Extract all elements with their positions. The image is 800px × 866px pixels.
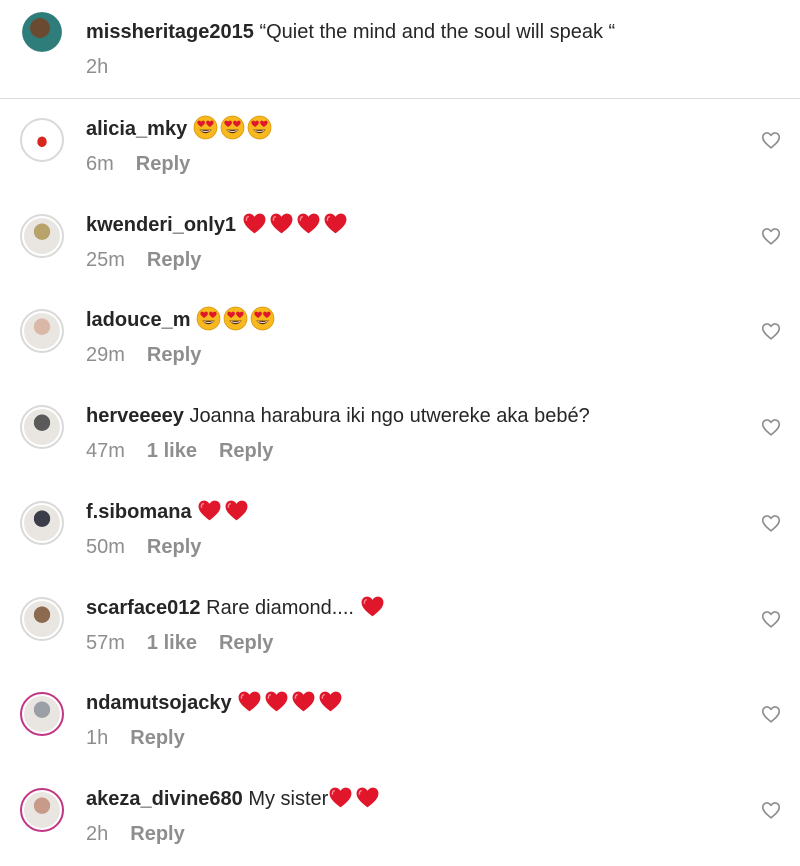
comment-avatar[interactable] — [20, 597, 64, 641]
like-heart-icon[interactable] — [760, 799, 782, 821]
heart-eyes-emoji — [220, 115, 245, 140]
red-heart-emoji — [360, 594, 385, 619]
comment-item: scarface012 Rare diamond.... 57m 1 like Re… — [0, 578, 800, 674]
comment-meta: 1h Reply — [86, 724, 207, 752]
red-heart-emoji — [355, 785, 380, 810]
comment-item: f.sibomana 50m Reply — [0, 482, 800, 578]
comment-time: 6m — [86, 153, 114, 175]
red-heart-emoji — [224, 498, 249, 523]
comment-username[interactable]: f.sibomana — [86, 501, 192, 523]
comment-meta: 47m 1 like Reply — [86, 437, 295, 465]
like-heart-icon[interactable] — [760, 225, 782, 247]
comment-username[interactable]: herveeeey — [86, 405, 184, 427]
red-heart-emoji — [242, 211, 267, 236]
comment-username[interactable]: alicia_mky — [86, 118, 187, 140]
red-heart-emoji — [328, 785, 353, 810]
caption-username[interactable]: missheritage2015 — [86, 21, 254, 43]
comment-item: ndamutsojacky 1h Reply — [0, 673, 800, 769]
reply-button[interactable]: Reply — [219, 632, 273, 654]
comment-avatar[interactable] — [20, 692, 64, 736]
comment-username[interactable]: ladouce_m — [86, 309, 190, 331]
comment-username[interactable]: akeza_divine680 — [86, 788, 243, 810]
comment-text-line: kwenderi_only1 — [86, 211, 350, 239]
comment-text-line: scarface012 Rare diamond.... — [86, 594, 387, 622]
comment-meta: 29m Reply — [86, 341, 223, 369]
like-heart-icon[interactable] — [760, 129, 782, 151]
comment-avatar[interactable] — [20, 309, 64, 353]
comment-time: 47m — [86, 440, 125, 462]
caption-avatar[interactable] — [20, 10, 64, 54]
reply-button[interactable]: Reply — [130, 727, 184, 749]
caption-text: “Quiet the mind and the soul will speak … — [259, 21, 616, 43]
comment-item: kwenderi_only1 25m Reply — [0, 195, 800, 291]
comment-time: 29m — [86, 344, 125, 366]
like-heart-icon[interactable] — [760, 703, 782, 725]
comment-meta: 6m Reply — [86, 150, 212, 178]
heart-eyes-emoji — [223, 306, 248, 331]
reply-button[interactable]: Reply — [147, 536, 201, 558]
comment-text-line: ndamutsojacky — [86, 689, 345, 717]
comment-avatar[interactable] — [20, 405, 64, 449]
red-heart-emoji — [291, 689, 316, 714]
red-heart-emoji — [197, 498, 222, 523]
reply-button[interactable]: Reply — [136, 153, 190, 175]
like-heart-icon[interactable] — [760, 416, 782, 438]
comment-time: 57m — [86, 632, 125, 654]
comment-username[interactable]: ndamutsojacky — [86, 692, 232, 714]
comment-username[interactable]: scarface012 — [86, 597, 201, 619]
comment-text-line: akeza_divine680 My sister — [86, 785, 382, 813]
comment-avatar[interactable] — [20, 788, 64, 832]
heart-eyes-emoji — [247, 115, 272, 140]
red-heart-emoji — [264, 689, 289, 714]
red-heart-emoji — [323, 211, 348, 236]
comment-meta: 57m 1 like Reply — [86, 629, 295, 657]
comment-text-line: f.sibomana — [86, 498, 251, 526]
comment-text-line: herveeeey Joanna harabura iki ngo utwere… — [86, 402, 590, 430]
red-heart-emoji — [237, 689, 262, 714]
comment-item: herveeeey Joanna harabura iki ngo utwere… — [0, 386, 800, 482]
reply-button[interactable]: Reply — [130, 823, 184, 845]
reply-button[interactable]: Reply — [147, 344, 201, 366]
heart-eyes-emoji — [250, 306, 275, 331]
comment-text: My sister — [248, 788, 329, 810]
comment-avatar[interactable] — [20, 118, 64, 162]
red-heart-emoji — [318, 689, 343, 714]
comment-meta: 50m Reply — [86, 533, 223, 561]
reply-button[interactable]: Reply — [219, 440, 273, 462]
caption-text-line: missheritage2015 “Quiet the mind and the… — [86, 18, 615, 46]
caption-meta: 2h — [86, 53, 130, 81]
comment-text-line: alicia_mky — [86, 115, 274, 143]
comment-like-count[interactable]: 1 like — [147, 632, 197, 654]
comment-text: Rare diamond.... — [206, 597, 360, 619]
comment-time: 2h — [86, 823, 109, 845]
comment-time: 1h — [86, 727, 109, 749]
comment-item: alicia_mky 6m Reply — [0, 99, 800, 195]
post-caption: missheritage2015 “Quiet the mind and the… — [0, 0, 800, 99]
comment-time: 25m — [86, 249, 125, 271]
heart-eyes-emoji — [193, 115, 218, 140]
like-heart-icon[interactable] — [760, 512, 782, 534]
reply-button[interactable]: Reply — [147, 249, 201, 271]
comment-avatar[interactable] — [20, 214, 64, 258]
comment-time: 50m — [86, 536, 125, 558]
comment-meta: 25m Reply — [86, 246, 223, 274]
heart-eyes-emoji — [196, 306, 221, 331]
comment-like-count[interactable]: 1 like — [147, 440, 197, 462]
like-heart-icon[interactable] — [760, 608, 782, 630]
comment-meta: 2h Reply — [86, 820, 207, 848]
comment-text: Joanna harabura iki ngo utwereke aka beb… — [189, 405, 590, 427]
comment-avatar[interactable] — [20, 501, 64, 545]
caption-time: 2h — [86, 56, 109, 78]
red-heart-emoji — [269, 211, 294, 236]
like-heart-icon[interactable] — [760, 320, 782, 342]
red-heart-emoji — [296, 211, 321, 236]
comment-username[interactable]: kwenderi_only1 — [86, 214, 236, 236]
comment-item: ladouce_m 29m Reply — [0, 290, 800, 386]
comment-item: akeza_divine680 My sister 2h Reply — [0, 769, 800, 865]
comment-text-line: ladouce_m — [86, 306, 277, 334]
